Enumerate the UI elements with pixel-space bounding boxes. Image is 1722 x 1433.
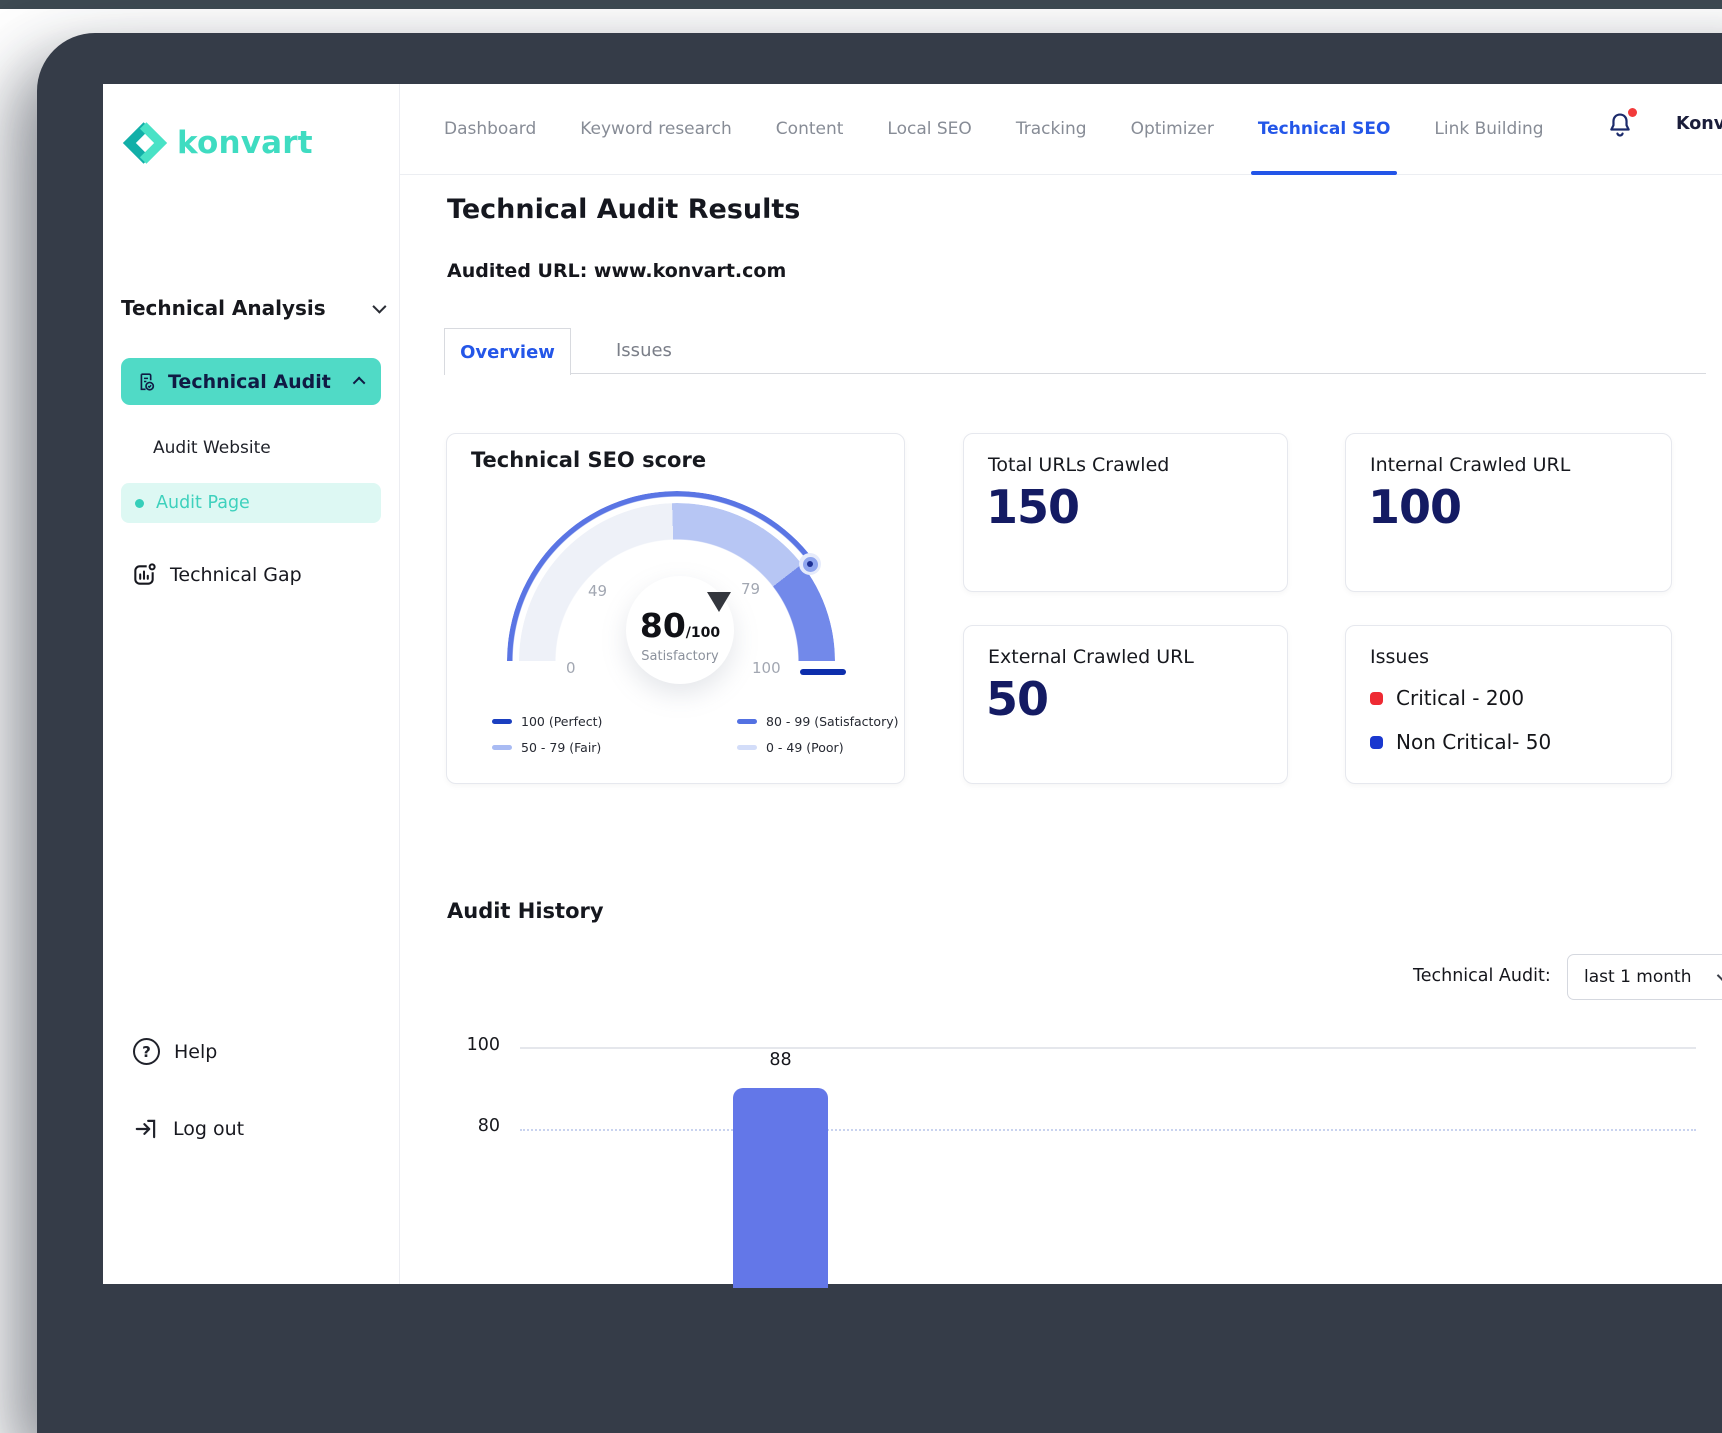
gauge-card-title: Technical SEO score <box>471 448 706 472</box>
legend-item-poor: 0 - 49 (Poor) <box>737 740 844 755</box>
gauge-pointer-icon <box>707 592 731 612</box>
tab-overview[interactable]: Overview <box>444 328 571 375</box>
sidebar-item-label: Technical Gap <box>170 564 302 586</box>
y-axis-tick-80: 80 <box>452 1116 500 1136</box>
user-account-label[interactable]: Konva <box>1676 114 1722 134</box>
sidebar-item-audit-page[interactable]: Audit Page <box>121 483 381 523</box>
score-value: 80 <box>640 606 686 645</box>
app-window: konvart Technical Analysis Technical Aud… <box>103 84 1722 1284</box>
help-button[interactable]: ? Help <box>133 1038 217 1065</box>
nav-item-link-building[interactable]: Link Building <box>1434 84 1543 174</box>
top-nav: Dashboard Keyword research Content Local… <box>400 84 1722 175</box>
gauge-tick-79: 79 <box>741 580 760 598</box>
technical-seo-score-card: Technical SEO score 0 49 79 100 80/100 S… <box>446 433 905 784</box>
nav-item-optimizer[interactable]: Optimizer <box>1131 84 1214 174</box>
chevron-down-icon <box>372 300 386 314</box>
sidebar: konvart Technical Analysis Technical Aud… <box>103 84 400 1284</box>
legend-item-fair: 50 - 79 (Fair) <box>492 740 601 755</box>
y-axis-tick-100: 100 <box>452 1035 500 1055</box>
logout-button[interactable]: Log out <box>133 1116 244 1142</box>
history-bar <box>733 1088 828 1288</box>
background-top-strip <box>0 0 1722 9</box>
nav-item-content[interactable]: Content <box>776 84 844 174</box>
issue-row-critical: Critical - 200 <box>1370 686 1524 710</box>
bar-chart-icon <box>131 562 157 588</box>
gauge-score-dot <box>799 553 821 575</box>
tab-issues[interactable]: Issues <box>616 340 672 361</box>
issues-card: Issues Critical - 200 Non Critical- 50 <box>1345 625 1672 784</box>
notifications-button[interactable] <box>1606 110 1636 144</box>
period-select-value: last 1 month <box>1584 967 1703 987</box>
sidebar-item-label: Audit Page <box>156 493 250 513</box>
bullet-dot-icon <box>135 499 144 508</box>
legend-item-perfect: 100 (Perfect) <box>492 714 602 729</box>
internal-crawled-url-card: Internal Crawled URL 100 <box>1345 433 1672 592</box>
page-title: Technical Audit Results <box>447 194 800 225</box>
help-label: Help <box>174 1041 217 1063</box>
logo-icon <box>122 122 168 164</box>
gauge-tick-49: 49 <box>588 582 607 600</box>
legend-swatch <box>492 719 512 725</box>
sidebar-item-technical-gap[interactable]: Technical Gap <box>131 562 302 588</box>
stat-value: 50 <box>986 672 1048 726</box>
legend-swatch <box>492 745 512 751</box>
issues-title: Issues <box>1370 646 1429 668</box>
logo-text: konvart <box>177 125 313 161</box>
bar-value-label: 88 <box>733 1050 828 1070</box>
score-denominator: /100 <box>686 625 720 641</box>
gridline-80 <box>520 1129 1696 1131</box>
stat-title: Total URLs Crawled <box>988 454 1169 476</box>
stat-value: 100 <box>1368 480 1461 534</box>
logout-arrow-icon <box>133 1116 159 1142</box>
legend-item-satisfactory: 80 - 99 (Satisfactory) <box>737 714 899 729</box>
filter-label: Technical Audit: <box>1413 966 1551 986</box>
period-select[interactable]: last 1 month <box>1567 954 1722 1000</box>
section-label: Technical Analysis <box>121 296 326 320</box>
score-status: Satisfactory <box>626 649 734 664</box>
gauge-end-marker <box>800 669 846 675</box>
logout-label: Log out <box>173 1118 244 1140</box>
sidebar-section-technical-analysis[interactable]: Technical Analysis <box>121 296 383 320</box>
logo[interactable]: konvart <box>122 122 313 164</box>
external-crawled-url-card: External Crawled URL 50 <box>963 625 1288 784</box>
gridline-100 <box>520 1047 1696 1049</box>
nav-item-keyword-research[interactable]: Keyword research <box>580 84 732 174</box>
total-urls-crawled-card: Total URLs Crawled 150 <box>963 433 1288 592</box>
non-critical-dot-icon <box>1370 736 1383 749</box>
nav-item-local-seo[interactable]: Local SEO <box>887 84 971 174</box>
nav-item-tracking[interactable]: Tracking <box>1016 84 1087 174</box>
stat-title: External Crawled URL <box>988 646 1194 668</box>
issue-row-non-critical: Non Critical- 50 <box>1370 730 1551 754</box>
chevron-down-icon <box>1717 970 1722 981</box>
sidebar-item-audit-website[interactable]: Audit Website <box>153 438 271 458</box>
sidebar-item-label: Technical Audit <box>168 371 345 393</box>
legend-swatch <box>737 745 757 751</box>
question-mark-icon: ? <box>133 1038 160 1065</box>
legend-swatch <box>737 719 757 725</box>
notification-badge <box>1628 108 1637 117</box>
gauge-tick-100: 100 <box>752 659 781 677</box>
tabs-divider <box>444 373 1706 374</box>
critical-dot-icon <box>1370 692 1383 705</box>
gauge-tick-0: 0 <box>566 659 576 677</box>
nav-item-dashboard[interactable]: Dashboard <box>444 84 536 174</box>
stat-title: Internal Crawled URL <box>1370 454 1570 476</box>
sidebar-item-technical-audit[interactable]: Technical Audit <box>121 358 381 405</box>
stat-value: 150 <box>986 480 1079 534</box>
audit-document-icon <box>135 371 157 393</box>
chevron-up-icon <box>353 377 366 390</box>
audit-history-title: Audit History <box>447 899 604 923</box>
audited-url-text: Audited URL: www.konvart.com <box>447 260 786 282</box>
nav-item-technical-seo[interactable]: Technical SEO <box>1258 84 1391 174</box>
